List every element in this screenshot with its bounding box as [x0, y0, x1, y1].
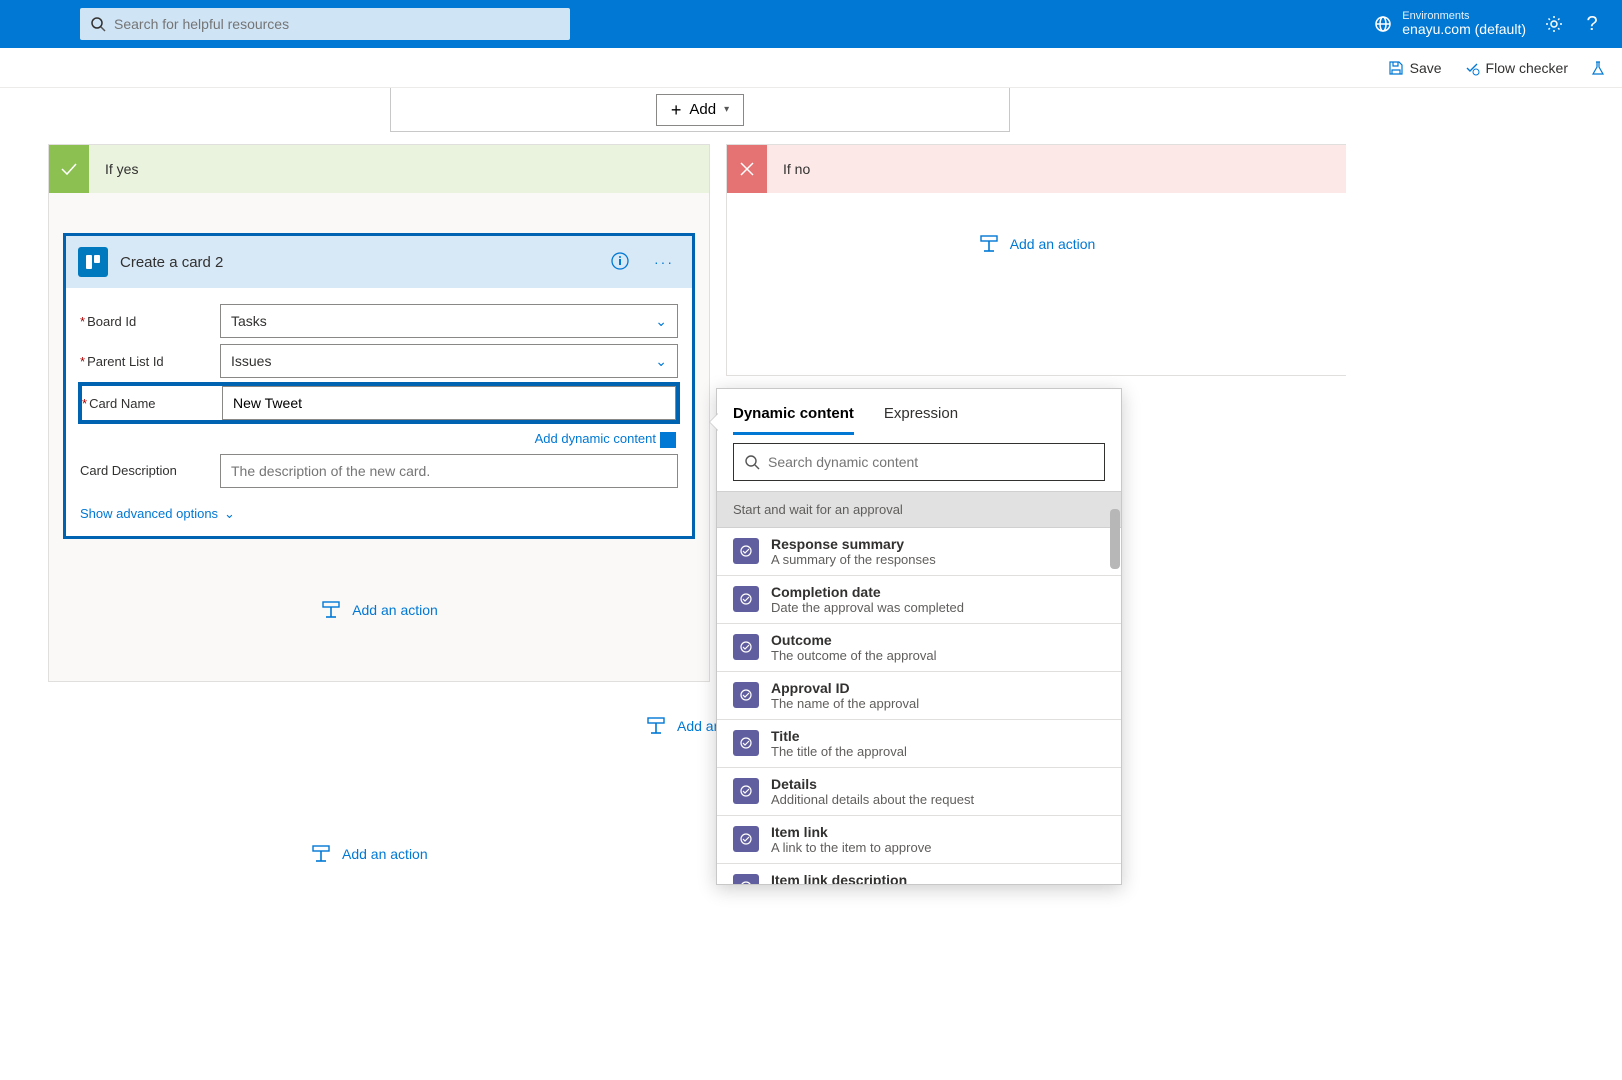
search-icon — [90, 16, 106, 32]
approval-icon — [733, 682, 759, 708]
dynamic-content-item[interactable]: Response summaryA summary of the respons… — [717, 528, 1121, 576]
chevron-down-icon: ⌄ — [655, 313, 667, 330]
dynamic-item-title: Item link description — [771, 872, 907, 884]
more-icon[interactable]: ··· — [648, 254, 680, 270]
approval-icon — [733, 634, 759, 660]
card-name-input[interactable] — [222, 386, 676, 420]
dynamic-item-desc: Date the approval was completed — [771, 600, 964, 615]
dynamic-item-desc: The title of the approval — [771, 744, 907, 759]
dynamic-item-title: Title — [771, 728, 907, 744]
dynamic-content-item[interactable]: Approval IDThe name of the approval — [717, 672, 1121, 720]
gear-icon — [1545, 15, 1563, 33]
dynamic-item-title: Details — [771, 776, 974, 792]
globe-icon — [1374, 15, 1392, 33]
environment-picker[interactable]: Environments enayu.com (default) — [1374, 10, 1526, 37]
dynamic-content-flyout: Dynamic content Expression Start and wai… — [716, 388, 1122, 885]
add-action-icon — [978, 233, 1000, 255]
close-icon — [727, 145, 767, 193]
settings-button[interactable] — [1544, 14, 1564, 34]
dynamic-content-item[interactable]: OutcomeThe outcome of the approval — [717, 624, 1121, 672]
dynamic-content-item[interactable]: Item linkA link to the item to approve — [717, 816, 1121, 864]
add-action-bottom[interactable]: Add an action — [310, 843, 428, 865]
add-action-icon — [310, 843, 332, 865]
env-value: enayu.com (default) — [1402, 22, 1526, 37]
tab-dynamic-content[interactable]: Dynamic content — [733, 397, 854, 435]
add-action-yes[interactable]: Add an action — [320, 599, 438, 621]
chevron-down-icon: ⌄ — [655, 353, 667, 370]
info-icon[interactable] — [604, 251, 636, 274]
check-icon — [49, 145, 89, 193]
field-card-description: Card Description — [80, 454, 678, 488]
designer-canvas: + Add ▾ If yes Create a card 2 — [0, 88, 1622, 988]
field-board-id: *Board Id Tasks ⌄ — [80, 304, 678, 338]
branch-if-no: If no Add an action — [726, 144, 1346, 376]
field-card-name: *Card Name — [80, 384, 678, 422]
dynamic-search-input[interactable] — [768, 454, 1094, 470]
save-button[interactable]: Save — [1388, 60, 1442, 76]
dynamic-section-header: Start and wait for an approval — [717, 491, 1121, 528]
save-icon — [1388, 60, 1404, 76]
dynamic-item-desc: A link to the item to approve — [771, 840, 931, 855]
field-parent-list: *Parent List Id Issues ⌄ — [80, 344, 678, 378]
dynamic-item-desc: A summary of the responses — [771, 552, 936, 567]
test-button[interactable] — [1590, 60, 1606, 76]
approval-icon — [733, 874, 759, 884]
approval-icon — [733, 778, 759, 804]
dynamic-content-list: Response summaryA summary of the respons… — [717, 528, 1121, 884]
flask-icon — [1590, 60, 1606, 76]
dynamic-item-title: Outcome — [771, 632, 937, 648]
action-create-card: Create a card 2 ··· *Board Id Tasks ⌄ — [63, 233, 695, 539]
app-header: Environments enayu.com (default) ? — [0, 0, 1622, 48]
add-action-icon — [320, 599, 342, 621]
dynamic-content-item[interactable]: TitleThe title of the approval — [717, 720, 1121, 768]
dynamic-item-desc: The outcome of the approval — [771, 648, 937, 663]
board-id-select[interactable]: Tasks ⌄ — [220, 304, 678, 338]
dynamic-item-desc: Additional details about the request — [771, 792, 974, 807]
card-desc-input[interactable] — [220, 454, 678, 488]
approval-icon — [733, 730, 759, 756]
search-input[interactable] — [114, 16, 560, 32]
search-icon — [744, 454, 760, 470]
flow-checker-icon — [1464, 60, 1480, 76]
add-condition-button[interactable]: + Add ▾ — [656, 94, 744, 126]
flyout-tabs: Dynamic content Expression — [717, 389, 1121, 435]
dynamic-item-title: Completion date — [771, 584, 964, 600]
global-search[interactable] — [80, 8, 570, 40]
chevron-down-icon: ⌄ — [224, 506, 235, 522]
dynamic-content-item[interactable]: DetailsAdditional details about the requ… — [717, 768, 1121, 816]
tab-expression[interactable]: Expression — [884, 397, 958, 435]
dynamic-item-title: Approval ID — [771, 680, 919, 696]
trello-icon — [78, 247, 108, 277]
parent-list-select[interactable]: Issues ⌄ — [220, 344, 678, 378]
scrollbar-thumb[interactable] — [1110, 509, 1120, 569]
add-action-no[interactable]: Add an action — [978, 233, 1096, 255]
dynamic-content-search[interactable] — [733, 443, 1105, 481]
show-advanced-link[interactable]: Show advanced options ⌄ — [80, 506, 678, 522]
add-action-icon — [645, 715, 667, 737]
flow-checker-button[interactable]: Flow checker — [1464, 60, 1568, 76]
designer-toolbar: Save Flow checker — [0, 48, 1622, 88]
dynamic-content-item[interactable]: Item link description — [717, 864, 1121, 884]
approval-icon — [733, 826, 759, 852]
chevron-down-icon: ▾ — [724, 104, 729, 115]
flyout-arrow — [709, 413, 718, 431]
env-label: Environments — [1402, 10, 1526, 22]
add-dynamic-content-link[interactable]: Add dynamic content — [535, 431, 676, 446]
approval-icon — [733, 586, 759, 612]
dynamic-content-item[interactable]: Completion dateDate the approval was com… — [717, 576, 1121, 624]
approval-icon — [733, 538, 759, 564]
help-button[interactable]: ? — [1582, 14, 1602, 34]
branch-no-label: If no — [767, 161, 810, 177]
action-title: Create a card 2 — [120, 254, 592, 271]
branch-yes-label: If yes — [89, 161, 138, 177]
condition-footer: + Add ▾ — [390, 88, 1010, 132]
dynamic-toggle-icon — [660, 432, 676, 448]
dynamic-item-title: Response summary — [771, 536, 936, 552]
dynamic-item-title: Item link — [771, 824, 931, 840]
action-header[interactable]: Create a card 2 ··· — [66, 236, 692, 288]
branch-if-yes: If yes Create a card 2 ··· *Board Id — [48, 144, 710, 682]
dynamic-item-desc: The name of the approval — [771, 696, 919, 711]
plus-icon: + — [671, 101, 682, 119]
